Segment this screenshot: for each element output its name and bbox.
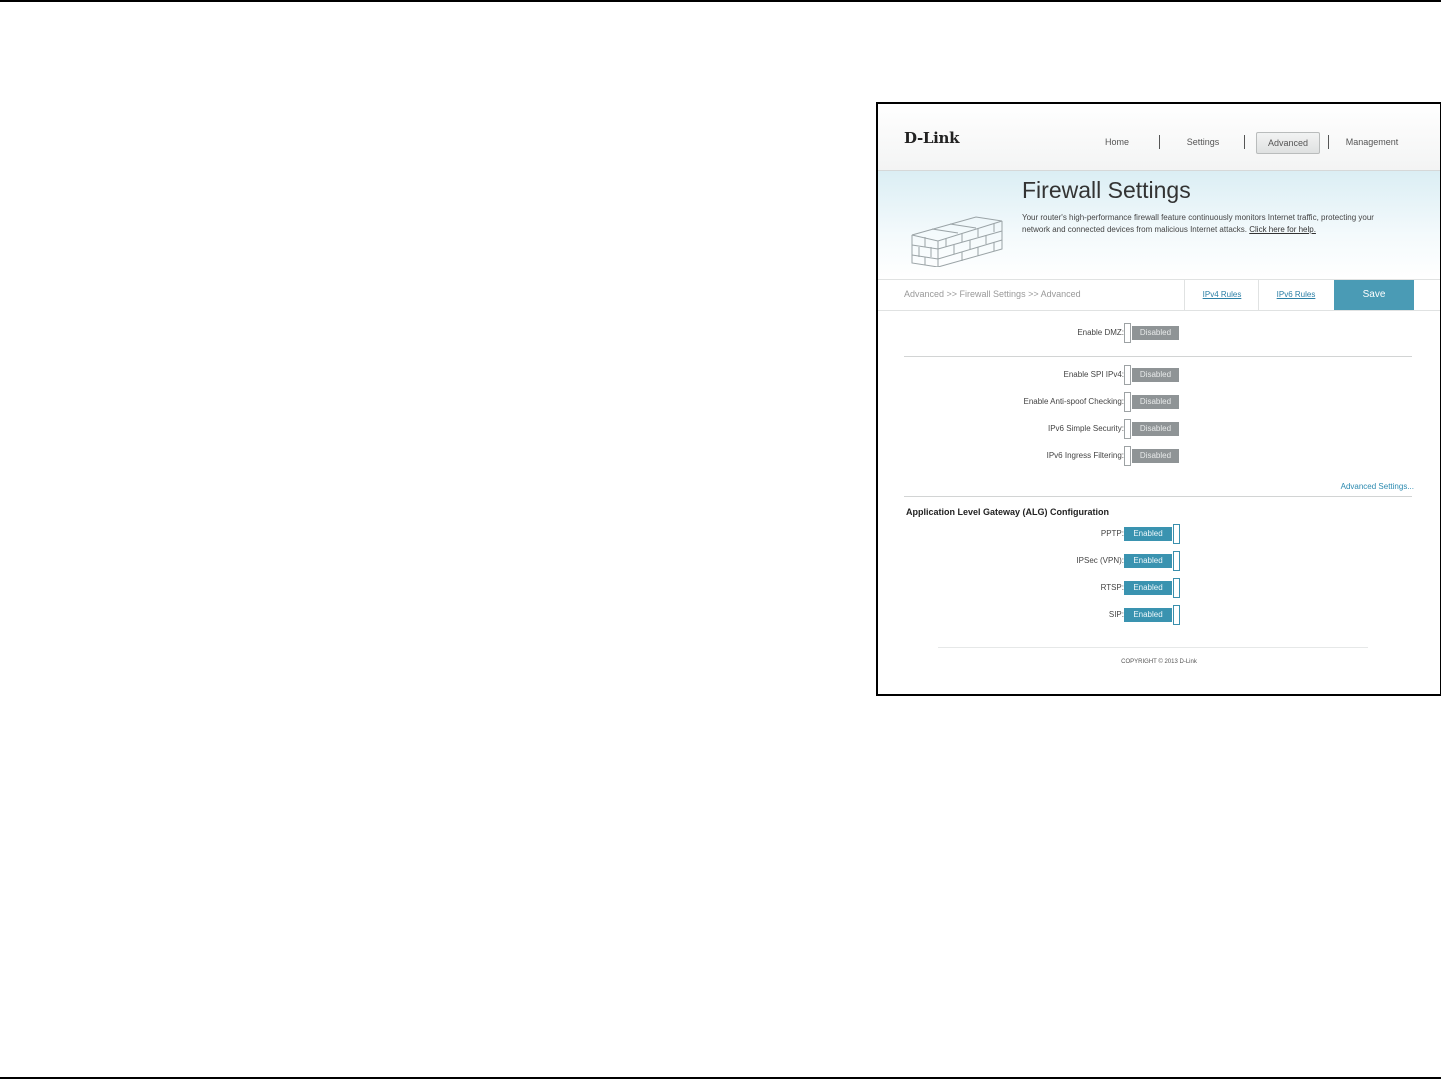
section-divider [904,496,1412,497]
toggle-state: Disabled [1132,449,1179,463]
page-description: Your router's high-performance firewall … [1022,212,1402,236]
alg-sip-label: SIP: [1108,610,1124,619]
toggle-knob [1173,605,1180,625]
alg-pptp-row: PPTP: Enabled [878,524,1440,544]
router-ui-screenshot: D-Link Home Settings Advanced Management [876,102,1441,696]
ipv4-rules-link[interactable]: IPv4 Rules [1184,280,1259,310]
ipv6-ingress-filtering-toggle[interactable]: Disabled [1124,446,1180,466]
page-top-rule [0,0,1441,2]
toggle-knob [1173,551,1180,571]
spi-ipv4-toggle[interactable]: Disabled [1124,365,1180,385]
toggle-state: Enabled [1124,608,1172,622]
copyright-text: COPYRIGHT © 2013 D-Link [1121,659,1197,665]
nav-settings[interactable]: Settings [1180,132,1226,152]
alg-rtsp-row: RTSP: Enabled [878,578,1440,598]
ipv6-rules-link[interactable]: IPv6 Rules [1258,280,1333,310]
alg-sip-toggle[interactable]: Enabled [1124,605,1180,625]
toggle-knob [1124,446,1131,466]
dmz-label: Enable DMZ: [1077,328,1124,337]
alg-pptp-toggle[interactable]: Enabled [1124,524,1180,544]
toggle-state: Enabled [1124,527,1172,541]
spi-ipv4-label: Enable SPI IPv4: [1063,370,1124,379]
footer-divider [938,647,1368,648]
ipv6-simple-security-label: IPv6 Simple Security: [1047,424,1124,433]
alg-ipsec-row: IPSec (VPN): Enabled [878,551,1440,571]
section-divider [904,356,1412,357]
ipv6-ingress-filtering-label: IPv6 Ingress Filtering: [1046,451,1124,460]
help-link[interactable]: Click here for help. [1249,225,1316,234]
header-bar: D-Link Home Settings Advanced Management [878,104,1440,171]
ipv6-ingress-filtering-row: IPv6 Ingress Filtering: Disabled [878,446,1440,466]
anti-spoof-label: Enable Anti-spoof Checking: [1023,397,1124,406]
spi-ipv4-row: Enable SPI IPv4: Disabled [878,365,1440,385]
dmz-row: Enable DMZ: Disabled [878,323,1440,343]
ipv6-simple-security-toggle[interactable]: Disabled [1124,419,1180,439]
nav-advanced[interactable]: Advanced [1256,132,1320,154]
nav-separator [1159,135,1160,149]
nav-management[interactable]: Management [1342,132,1402,152]
alg-section-title: Application Level Gateway (ALG) Configur… [906,507,1110,517]
page-bottom-rule [0,1077,1441,1079]
save-button[interactable]: Save [1334,280,1414,310]
alg-rtsp-toggle[interactable]: Enabled [1124,578,1180,598]
description-text: Your router's high-performance firewall … [1022,213,1374,234]
toggle-knob [1124,419,1131,439]
nav-separator [1328,135,1329,149]
anti-spoof-row: Enable Anti-spoof Checking: Disabled [878,392,1440,412]
ipv6-simple-security-row: IPv6 Simple Security: Disabled [878,419,1440,439]
toggle-knob [1124,323,1131,343]
alg-pptp-label: PPTP: [1100,529,1124,538]
toggle-state: Disabled [1132,368,1179,382]
advanced-settings-link[interactable]: Advanced Settings... [1341,482,1414,491]
toggle-state: Disabled [1132,395,1179,409]
page-banner: Firewall Settings Your router's high-per… [878,171,1440,279]
sub-toolbar: Advanced >> Firewall Settings >> Advance… [878,279,1440,311]
breadcrumb: Advanced >> Firewall Settings >> Advance… [904,289,1081,299]
dmz-toggle[interactable]: Disabled [1124,323,1180,343]
toggle-knob [1173,524,1180,544]
alg-ipsec-toggle[interactable]: Enabled [1124,551,1180,571]
top-nav: Home Settings Advanced Management [878,132,1440,154]
alg-rtsp-label: RTSP: [1100,583,1124,592]
toggle-knob [1124,392,1131,412]
toggle-knob [1173,578,1180,598]
nav-home[interactable]: Home [1096,132,1138,152]
nav-separator [1244,135,1245,149]
alg-sip-row: SIP: Enabled [878,605,1440,625]
toggle-state: Enabled [1124,581,1172,595]
anti-spoof-toggle[interactable]: Disabled [1124,392,1180,412]
toggle-state: Enabled [1124,554,1172,568]
alg-ipsec-label: IPSec (VPN): [1076,556,1124,565]
toggle-knob [1124,365,1131,385]
toggle-state: Disabled [1132,326,1179,340]
page-title: Firewall Settings [1022,177,1191,203]
toggle-state: Disabled [1132,422,1179,436]
firewall-wall-icon [911,216,1003,267]
